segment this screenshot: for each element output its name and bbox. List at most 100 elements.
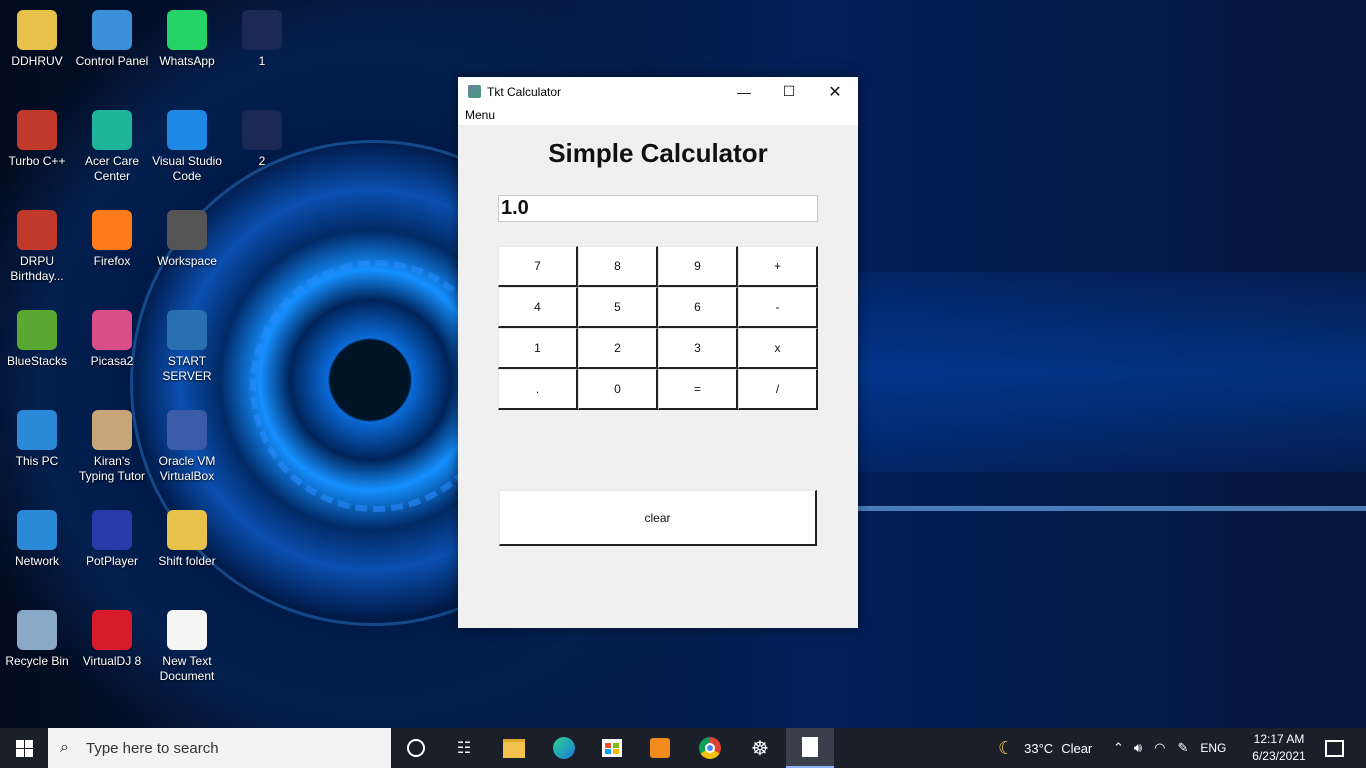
- taskbar-file-explorer[interactable]: [490, 728, 538, 768]
- key-button[interactable]: 4: [498, 287, 578, 328]
- maximize-button[interactable]: ☐: [766, 77, 812, 106]
- action-center-button[interactable]: [1310, 728, 1358, 768]
- desktop-icon-label: VirtualDJ 8: [82, 654, 142, 668]
- desktop-icon[interactable]: Workspace: [150, 210, 224, 269]
- moon-icon: ☾: [998, 737, 1015, 758]
- taskbar-calculator-app[interactable]: [786, 728, 834, 768]
- key-button[interactable]: 9: [658, 246, 738, 287]
- file-icon: [242, 10, 282, 50]
- desktop-icon-label: Network: [14, 554, 59, 568]
- clock-time: 12:17 AM: [1253, 732, 1305, 746]
- desktop-icon[interactable]: Kiran's Typing Tutor: [75, 410, 149, 484]
- desktop-icon[interactable]: Control Panel: [75, 10, 149, 69]
- key-button[interactable]: 7: [498, 246, 578, 287]
- desktop-icon[interactable]: VirtualDJ 8: [75, 610, 149, 669]
- desktop-icon[interactable]: BlueStacks: [0, 310, 74, 369]
- network-icon: [17, 510, 57, 550]
- weather-widget[interactable]: ☾ 33°C Clear: [998, 728, 1092, 768]
- key-button[interactable]: -: [738, 287, 818, 328]
- key-button[interactable]: 2: [578, 328, 658, 369]
- desktop-icon[interactable]: 1: [225, 10, 299, 69]
- taskbar-web-app[interactable]: ☸: [736, 728, 784, 768]
- key-button[interactable]: .: [498, 369, 578, 410]
- notification-icon: [1324, 739, 1344, 757]
- desktop-icon-label: DDHRUV: [11, 54, 63, 68]
- cortana-button[interactable]: [392, 728, 440, 768]
- file-explorer-icon: [503, 738, 525, 758]
- key-button[interactable]: 5: [578, 287, 658, 328]
- recycle-bin-icon: [17, 610, 57, 650]
- taskbar-sublime[interactable]: [636, 728, 684, 768]
- desktop-icon[interactable]: Acer Care Center: [75, 110, 149, 184]
- desktop-icon[interactable]: This PC: [0, 410, 74, 469]
- firefox-icon: [92, 210, 132, 250]
- desktop-icon-label: WhatsApp: [159, 54, 215, 68]
- desktop-icon[interactable]: Turbo C++: [0, 110, 74, 169]
- desktop-icon[interactable]: Firefox: [75, 210, 149, 269]
- taskbar-edge[interactable]: [540, 728, 588, 768]
- clock-date: 6/23/2021: [1252, 749, 1306, 763]
- desktop-icon-label: Picasa2: [90, 354, 134, 368]
- close-button[interactable]: ✕: [812, 77, 858, 106]
- power-icon: [167, 310, 207, 350]
- key-button[interactable]: 0: [578, 369, 658, 410]
- desktop-icon-label: Control Panel: [75, 54, 149, 68]
- key-button[interactable]: x: [738, 328, 818, 369]
- taskbar-chrome[interactable]: [686, 728, 734, 768]
- taskbar: ⌕ Type here to search ☷ ☸ ☾ 33°C Clear ⌃…: [0, 728, 1366, 768]
- desktop-icon[interactable]: Picasa2: [75, 310, 149, 369]
- virtualdj-icon: [92, 610, 132, 650]
- key-button[interactable]: /: [738, 369, 818, 410]
- clear-button[interactable]: clear: [499, 490, 817, 546]
- speaker-icon[interactable]: 🔊︎: [1134, 740, 1142, 756]
- key-button[interactable]: 3: [658, 328, 738, 369]
- desktop-icon-label: START SERVER: [162, 354, 212, 383]
- desktop-icon-label: 1: [258, 54, 266, 68]
- this-pc-icon: [17, 410, 57, 450]
- potplayer-icon: [92, 510, 132, 550]
- taskbar-search[interactable]: ⌕ Type here to search: [48, 728, 391, 768]
- virtualbox-icon: [167, 410, 207, 450]
- desktop-icon[interactable]: WhatsApp: [150, 10, 224, 69]
- menu-item-menu[interactable]: Menu: [465, 108, 495, 122]
- key-button[interactable]: 6: [658, 287, 738, 328]
- calculator-window: Tkt Calculator — ☐ ✕ Menu Simple Calcula…: [458, 77, 858, 628]
- desktop-icon[interactable]: Shift folder: [150, 510, 224, 569]
- store-icon: [602, 739, 622, 757]
- desktop-icon[interactable]: Recycle Bin: [0, 610, 74, 669]
- language-indicator[interactable]: ENG: [1200, 741, 1226, 755]
- wifi-icon[interactable]: ◠: [1154, 740, 1165, 756]
- task-view-button[interactable]: ☷: [440, 728, 488, 768]
- taskbar-store[interactable]: [588, 728, 636, 768]
- calculator-display[interactable]: 1.0: [498, 195, 818, 222]
- desktop-icon[interactable]: Visual Studio Code: [150, 110, 224, 184]
- bluestacks-icon: [17, 310, 57, 350]
- desktop-icon[interactable]: DRPU Birthday...: [0, 210, 74, 284]
- title-bar[interactable]: Tkt Calculator — ☐ ✕: [458, 77, 858, 106]
- start-button[interactable]: [0, 728, 48, 768]
- desktop-icon[interactable]: START SERVER: [150, 310, 224, 384]
- desktop-icon[interactable]: PotPlayer: [75, 510, 149, 569]
- desktop-icon[interactable]: Network: [0, 510, 74, 569]
- key-button[interactable]: =: [658, 369, 738, 410]
- minimize-button[interactable]: —: [721, 77, 767, 106]
- whatsapp-icon: [167, 10, 207, 50]
- desktop-icon[interactable]: Oracle VM VirtualBox: [150, 410, 224, 484]
- desktop-icon-label: Acer Care Center: [84, 154, 140, 183]
- desktop-icon-label: Turbo C++: [8, 154, 66, 168]
- desktop-icon-label: 2: [258, 154, 266, 168]
- pen-icon[interactable]: ✎: [1177, 740, 1188, 756]
- taskbar-clock[interactable]: 12:17 AM 6/23/2021: [1238, 731, 1320, 765]
- search-icon: ⌕: [60, 739, 69, 756]
- key-button[interactable]: 8: [578, 246, 658, 287]
- chrome-icon: [699, 737, 721, 759]
- key-button[interactable]: 1: [498, 328, 578, 369]
- chevron-up-icon[interactable]: ⌃: [1113, 740, 1124, 756]
- desktop-icon[interactable]: New Text Document: [150, 610, 224, 684]
- key-button[interactable]: +: [738, 246, 818, 287]
- desktop-icon[interactable]: DDHRUV: [0, 10, 74, 69]
- picasa-icon: [92, 310, 132, 350]
- desktop-icon[interactable]: 2: [225, 110, 299, 169]
- document-icon: [802, 737, 818, 757]
- edge-icon: [553, 737, 575, 759]
